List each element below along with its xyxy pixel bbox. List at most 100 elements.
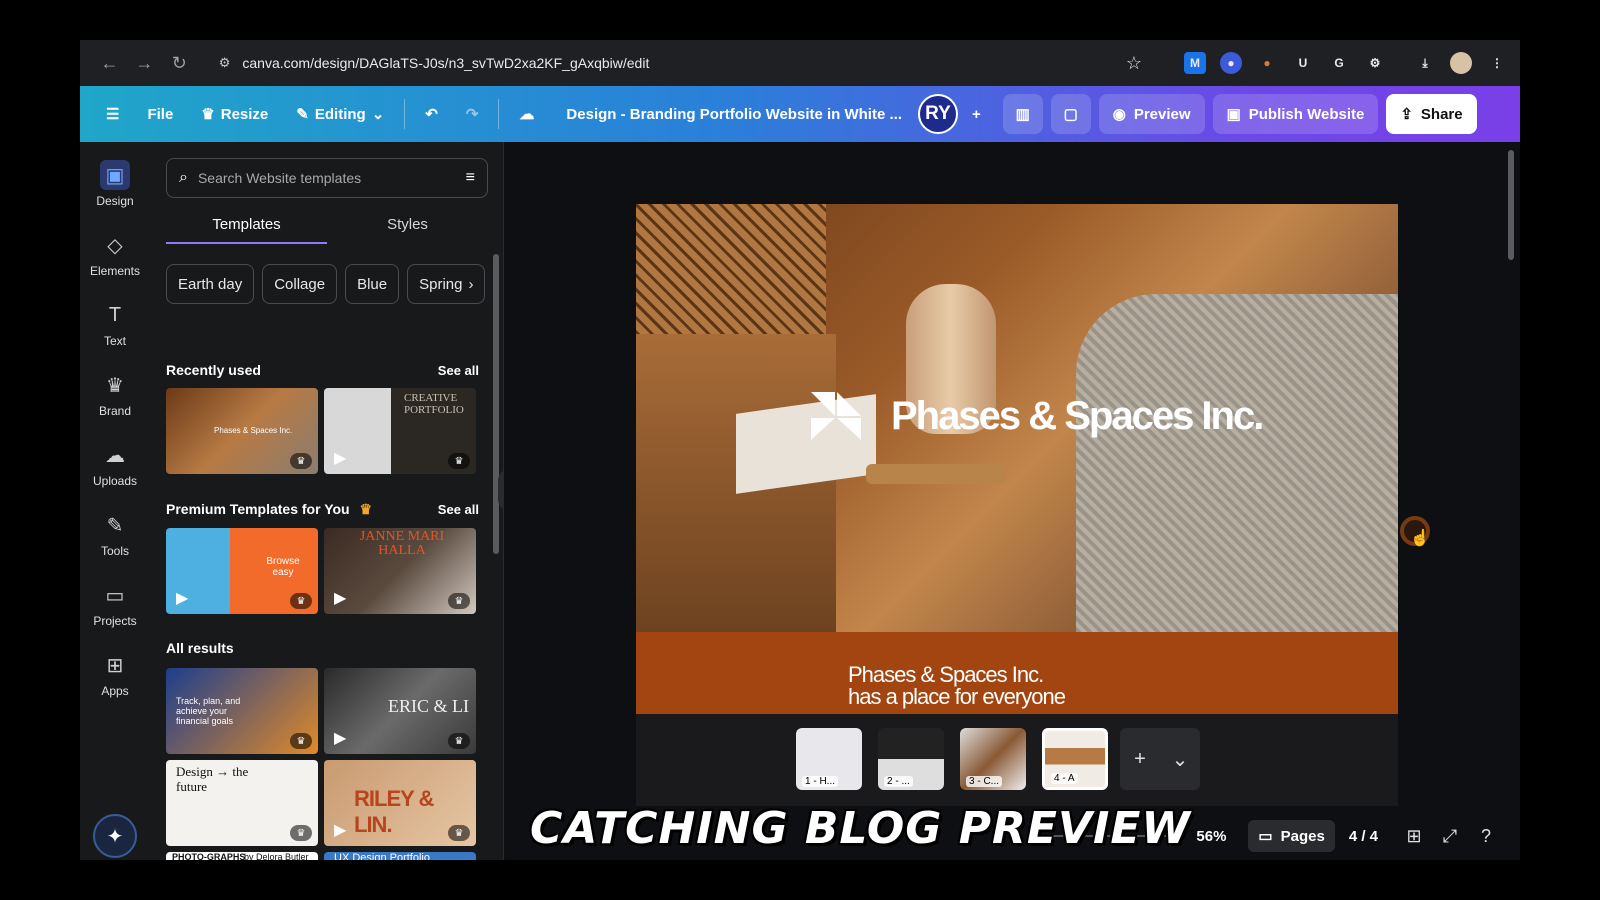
rail-label: Projects	[93, 614, 137, 628]
reload-icon[interactable]: ↻	[162, 53, 197, 74]
chip-blue[interactable]: Blue	[345, 264, 400, 304]
design-title[interactable]: Design - Branding Portfolio Website in W…	[566, 106, 902, 123]
undo-icon[interactable]: ↶	[411, 94, 452, 134]
template-thumb[interactable]: Design → the future ♛	[166, 760, 318, 846]
rail-elements[interactable]: ◇ Elements	[80, 230, 150, 279]
preview-label: Preview	[1133, 105, 1191, 123]
rail-label: Text	[103, 334, 126, 348]
pages-button[interactable]: ▭ Pages	[1248, 820, 1335, 852]
chip-earth-day[interactable]: Earth day	[166, 264, 255, 304]
template-thumb[interactable]: Browse easy ▶ ♛	[166, 528, 318, 614]
cloud-saved-icon[interactable]: ☁	[505, 94, 548, 134]
u-icon[interactable]: U	[1292, 52, 1314, 74]
preview-button[interactable]: ◉ Preview	[1098, 94, 1205, 134]
browser-window: ← → ↻ ⚙ canva.com/design/DAGlaTS-J0s/n3_…	[80, 40, 1520, 860]
rail-text[interactable]: T Text	[80, 300, 150, 349]
chevron-right-icon[interactable]: ›	[468, 276, 473, 293]
menu-dots-icon[interactable]: ⋮	[1486, 52, 1508, 74]
see-all-premium-link[interactable]: See all	[438, 502, 479, 517]
template-thumb[interactable]: JANNE MARI HALLA ▶ ♛	[324, 528, 476, 614]
forward-icon[interactable]: →	[127, 53, 162, 74]
template-thumb[interactable]: RILEY & LIN. ▶ ♛	[324, 760, 476, 846]
share-button[interactable]: ⇪ Share	[1386, 94, 1477, 134]
publish-icon: ▣	[1226, 106, 1241, 123]
pages-icon: ▭	[1258, 828, 1273, 845]
extensions-bar: M ● ● U G ⚙ ⤓ ⋮	[1183, 52, 1508, 74]
template-search-input[interactable]: ⌕ Search Website templates ≡	[166, 158, 488, 198]
rail-design[interactable]: ▣ Design	[80, 160, 150, 208]
see-all-recent-link[interactable]: See all	[438, 363, 479, 378]
file-menu[interactable]: File	[133, 94, 187, 134]
band-text-line-2[interactable]: has a place for everyone	[848, 684, 1066, 710]
extension-orange-icon[interactable]: ●	[1256, 52, 1278, 74]
browser-toolbar: ← → ↻ ⚙ canva.com/design/DAGlaTS-J0s/n3_…	[80, 40, 1520, 86]
grammarly-icon[interactable]: G	[1328, 52, 1350, 74]
resize-button[interactable]: ♛ Resize	[187, 94, 282, 134]
insights-chart-icon[interactable]: ▥	[1002, 94, 1043, 134]
profile-avatar[interactable]	[1449, 52, 1472, 74]
design-page[interactable]: Phases & Spaces Inc. Phases & Spaces Inc…	[636, 204, 1398, 714]
tab-templates[interactable]: Templates	[166, 206, 327, 244]
rail-uploads[interactable]: ☁ Uploads	[80, 440, 150, 489]
page-thumb-4[interactable]: 4 - A	[1042, 728, 1108, 790]
search-icon: ⌕	[179, 169, 188, 186]
filter-icon[interactable]: ≡	[466, 169, 475, 187]
rail-brand[interactable]: ♛ Brand	[80, 370, 150, 419]
template-thumb[interactable]: PHOTO-GRAPHS by Delora Butler	[166, 852, 318, 860]
bookmark-star-icon[interactable]: ☆	[1126, 53, 1142, 74]
chip-spring[interactable]: Spring ›	[407, 264, 486, 304]
download-icon[interactable]: ⤓	[1414, 52, 1436, 74]
panel-scrollbar[interactable]	[493, 254, 499, 554]
canvas-scrollbar[interactable]	[1508, 150, 1514, 260]
puzzle-icon[interactable]: ⚙	[1364, 52, 1386, 74]
magic-sparkle-button[interactable]: ✦	[93, 814, 137, 858]
template-thumb[interactable]: Phases & Spaces Inc. ♛	[166, 388, 318, 474]
template-thumb[interactable]: Track, plan, and achieve your financial …	[166, 668, 318, 754]
rail-tools[interactable]: ✎ Tools	[80, 510, 150, 559]
editing-dropdown[interactable]: ✎ Editing ⌄	[282, 94, 398, 134]
apps-grid-icon: ⊞	[106, 654, 124, 677]
thumb-text: Browse easy	[266, 556, 300, 578]
template-thumb[interactable]: UX Design Portfolio	[324, 852, 476, 860]
redo-icon[interactable]: ↷	[452, 94, 493, 134]
rail-label: Uploads	[92, 474, 138, 488]
m-icon[interactable]: M	[1183, 52, 1206, 74]
chevron-down-icon[interactable]: ⌄	[1160, 728, 1200, 790]
back-icon[interactable]: ←	[92, 53, 127, 74]
publish-website-button[interactable]: ▣ Publish Website	[1212, 94, 1379, 134]
crown-icon: ♛	[448, 453, 470, 469]
page-thumb-2[interactable]: 2 - ...	[878, 728, 944, 790]
comment-icon[interactable]: ▢	[1050, 94, 1091, 134]
rail-label: Tools	[100, 544, 129, 558]
site-info-icon[interactable]: ⚙	[219, 55, 231, 71]
thumb-text: CREATIVE PORTFOLIO	[404, 392, 464, 416]
thumb-text: Phases & Spaces Inc.	[214, 426, 293, 435]
template-thumb[interactable]: ERIC & LI ▶ ♛	[324, 668, 476, 754]
add-page-icon[interactable]: +	[1120, 728, 1160, 790]
page-thumb-label: 2 - ...	[884, 776, 913, 787]
zoom-level[interactable]: 56%	[1196, 828, 1226, 845]
pages-label: Pages	[1280, 827, 1325, 845]
crown-icon: ♛	[290, 593, 312, 609]
brand-heading[interactable]: Phases & Spaces Inc.	[891, 394, 1264, 439]
user-avatar[interactable]: RY	[917, 94, 958, 134]
rail-apps[interactable]: ⊞ Apps	[80, 650, 150, 699]
rail-projects[interactable]: ▭ Projects	[80, 580, 150, 629]
help-icon[interactable]: ?	[1468, 826, 1504, 847]
page-thumb-1[interactable]: 1 - H...	[796, 728, 862, 790]
chip-collage[interactable]: Collage	[262, 264, 338, 304]
fullscreen-icon[interactable]: ⤢	[1432, 826, 1468, 847]
address-bar[interactable]: ⚙ canva.com/design/DAGlaTS-J0s/n3_svTwD2…	[204, 47, 1156, 79]
lattice-cabinet	[636, 204, 826, 334]
page-thumb-3[interactable]: 3 - C...	[960, 728, 1026, 790]
play-icon: ▶	[334, 450, 347, 467]
hamburger-menu-icon[interactable]: ☰	[92, 94, 133, 134]
design-canvas: Phases & Spaces Inc. Phases & Spaces Inc…	[504, 142, 1520, 860]
grid-view-icon[interactable]: ⊞	[1396, 826, 1432, 847]
premium-heading: Premium Templates for You ♛	[166, 501, 372, 518]
rail-label: Apps	[101, 684, 129, 698]
tab-styles[interactable]: Styles	[327, 206, 488, 244]
extension-blue-icon[interactable]: ●	[1219, 52, 1242, 74]
template-thumb[interactable]: CREATIVE PORTFOLIO ▶ ♛	[324, 388, 476, 474]
add-collaborator-icon[interactable]: +	[958, 94, 995, 134]
